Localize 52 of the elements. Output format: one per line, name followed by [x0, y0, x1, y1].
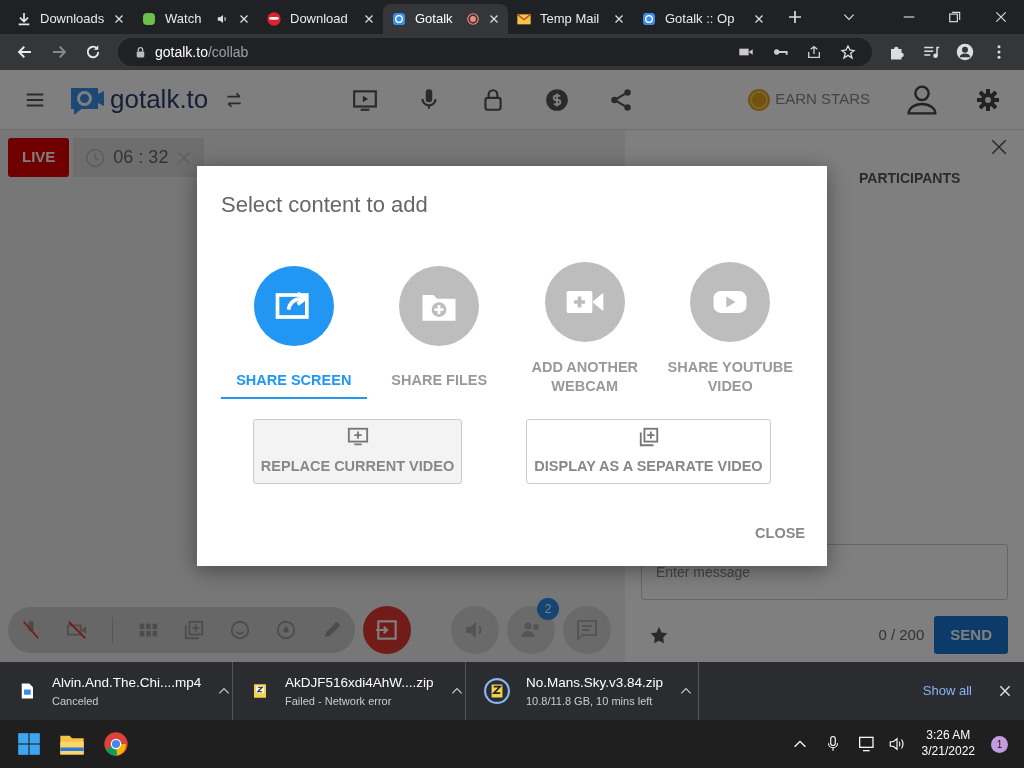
lock-icon: [134, 45, 147, 59]
volume-icon[interactable]: [887, 735, 906, 753]
browser-icon[interactable]: [102, 730, 130, 758]
chat-bubble-icon: [391, 11, 407, 27]
clock[interactable]: 3:26 AM 3/21/2022: [921, 728, 975, 760]
url-text[interactable]: gotalk.to/collab: [155, 41, 249, 63]
new-tab-icon[interactable]: [787, 9, 803, 25]
dialog-title: Select content to add: [221, 191, 429, 219]
share-icon[interactable]: [806, 44, 822, 60]
show-all-link[interactable]: Show all: [916, 680, 978, 702]
timer-text: 06 : 32: [113, 146, 169, 169]
user-icon[interactable]: [906, 83, 938, 116]
restore-icon[interactable]: [948, 10, 962, 24]
leave-button[interactable]: [363, 606, 411, 654]
archive-icon: [251, 682, 269, 700]
settings-icon[interactable]: [976, 87, 1000, 112]
archive-icon: [484, 678, 510, 704]
add-option-button[interactable]: DISPLAY AS A SEPARATE VIDEO: [526, 419, 771, 484]
dollar-icon[interactable]: [543, 86, 570, 113]
browser-tab[interactable]: Watch: [133, 4, 258, 34]
logo-text: gotalk.to: [110, 83, 209, 116]
recording-icon: [466, 12, 480, 26]
reload-icon[interactable]: [84, 43, 102, 61]
back-icon[interactable]: [16, 43, 34, 61]
coin-icon: [747, 87, 772, 112]
file-name: Alvin.And.The.Chi....mp4: [52, 673, 202, 692]
download-status: 10.8/11.8 GB, 10 mins left: [526, 693, 654, 709]
notification-badge[interactable]: 1: [991, 735, 1008, 753]
envelope-icon: [516, 11, 532, 27]
file-name: AkDJF516xdi4AhW....zip: [285, 673, 434, 692]
browser-tab[interactable]: Download: [258, 4, 383, 34]
profile-icon[interactable]: [956, 43, 974, 61]
star-icon[interactable]: [840, 44, 856, 60]
browser-tab[interactable]: Gotalk :: Op: [633, 4, 773, 34]
exit-icon: [374, 617, 400, 643]
close-button[interactable]: CLOSE: [749, 522, 811, 546]
browser-tab[interactable]: Temp Mail: [508, 4, 633, 34]
count-badge: 2: [537, 598, 559, 620]
windows-icon[interactable]: [16, 731, 42, 757]
browser-tab[interactable]: Gotalk: [383, 4, 508, 34]
download-status: Failed - Network error: [285, 693, 393, 709]
download-icon: [16, 11, 32, 27]
layers-plus-icon: [637, 425, 660, 448]
chat-bubble-icon: [641, 11, 657, 27]
monitor-plus-icon: [346, 425, 369, 448]
live-badge: LIVE: [8, 138, 70, 177]
browser-tab[interactable]: Downloads: [8, 4, 133, 34]
file-name: No.Mans.Sky.v3.84.zip: [526, 673, 664, 692]
character-count: 0 / 200: [878, 624, 925, 645]
panel-title: PARTICIPANTS: [859, 169, 962, 188]
download-status: Canceled: [52, 693, 100, 709]
forward-icon[interactable]: [50, 43, 68, 61]
